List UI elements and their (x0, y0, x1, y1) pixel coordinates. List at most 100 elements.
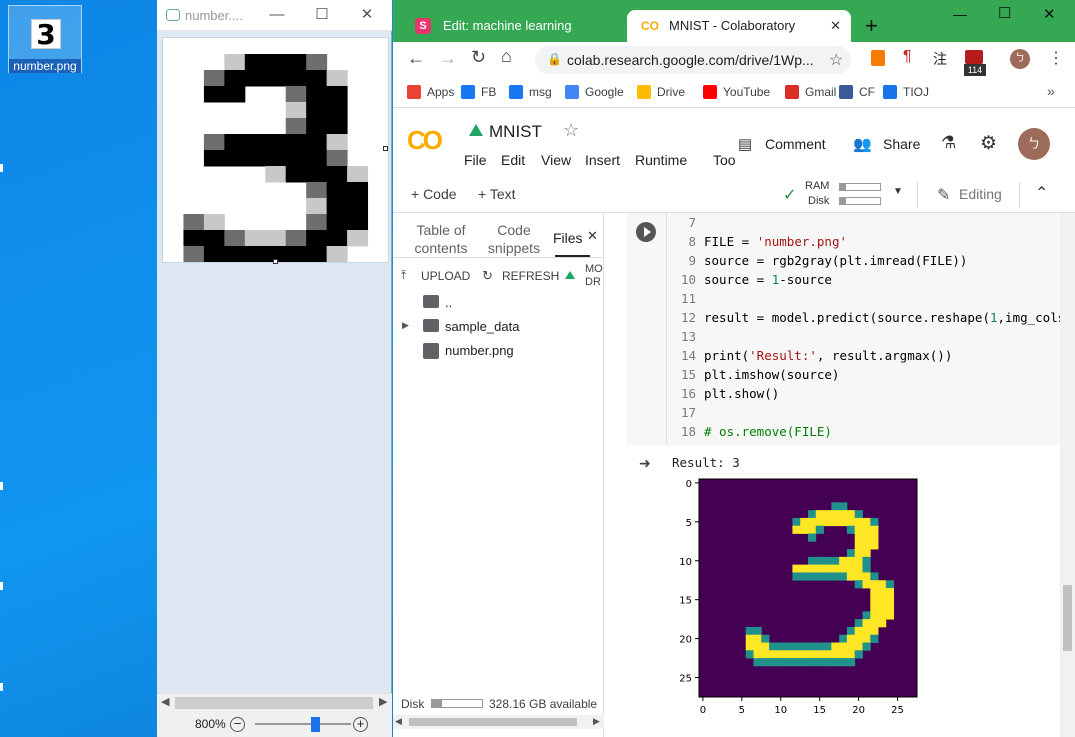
editing-mode-button[interactable]: Editing (959, 186, 1002, 202)
heatmap-cell (745, 650, 754, 659)
address-bar[interactable]: 🔒 colab.research.google.com/drive/1Wp...… (535, 46, 851, 74)
zoom-slider-track[interactable] (255, 723, 351, 725)
tab-files[interactable]: Files (553, 230, 583, 246)
digit-pixel (244, 134, 266, 151)
close-icon[interactable]: ✕ (357, 5, 377, 25)
bookmark-fb[interactable]: FB (461, 85, 496, 99)
digit-pixel (244, 54, 266, 71)
close-panel-icon[interactable]: ✕ (587, 228, 598, 244)
heatmap-cell (784, 650, 793, 659)
desktop-file-icon[interactable]: 3 number.png (8, 5, 82, 73)
heatmap-cell (862, 634, 871, 643)
heatmap-cell (823, 510, 832, 519)
resize-handle[interactable] (383, 146, 388, 151)
share-button[interactable]: Share (883, 136, 920, 152)
google-favicon-icon (565, 85, 579, 99)
resources-dropdown-icon[interactable]: ▼ (893, 186, 903, 197)
bookmark-tioj[interactable]: TIOJ (883, 85, 929, 99)
back-icon[interactable]: ← (407, 48, 425, 69)
minimize-icon[interactable]: — (953, 6, 967, 22)
bookmark-msg[interactable]: msg (509, 85, 552, 99)
bookmark-apps[interactable]: Apps (407, 85, 454, 99)
experiment-flask-icon[interactable]: ⚗ (941, 133, 956, 153)
zoom-out-icon[interactable]: − (230, 717, 245, 732)
close-tab-icon[interactable]: ✕ (830, 10, 841, 42)
reload-icon[interactable]: ↻ (471, 47, 486, 68)
heatmap-cell (839, 517, 848, 527)
share-people-icon[interactable]: 👥 (853, 135, 872, 153)
scrollbar-thumb[interactable] (1063, 585, 1072, 651)
file-row[interactable]: number.png (393, 341, 604, 363)
maximize-icon[interactable]: ☐ (998, 4, 1011, 22)
minimize-icon[interactable]: — (267, 5, 287, 25)
extension-icon[interactable] (871, 50, 885, 66)
code-cell[interactable]: 7 8 FILE = 'number.png' 9 source = rgb2gray(… (626, 213, 1065, 445)
heatmap-cell (854, 541, 863, 550)
close-window-icon[interactable]: ✕ (1043, 5, 1056, 23)
line-number: 17 (680, 405, 696, 420)
viewer-titlebar[interactable]: number.... — ☐ ✕ (157, 0, 392, 31)
comment-button[interactable]: Comment (765, 136, 826, 152)
home-icon[interactable]: ⌂ (501, 46, 512, 67)
new-tab-button[interactable]: + (865, 13, 878, 39)
code-token: 1 (989, 310, 998, 325)
scroll-right-icon[interactable]: ▶ (379, 695, 387, 708)
tab-table-of-contents[interactable]: Table of contents (401, 221, 481, 257)
star-icon[interactable]: ☆ (563, 120, 579, 141)
resize-handle[interactable] (273, 259, 278, 264)
account-avatar[interactable]: ㄅ (1018, 128, 1050, 160)
add-code-button[interactable]: + Code (411, 186, 457, 202)
browser-menu-icon[interactable]: ⋮ (1048, 48, 1064, 68)
colab-logo-icon[interactable]: CO (407, 125, 443, 155)
heatmap-cell (753, 642, 762, 651)
scroll-left-icon[interactable]: ◀ (161, 695, 169, 708)
add-text-button[interactable]: + Text (478, 186, 516, 202)
paragraph-extension-icon[interactable]: ¶ (903, 48, 912, 66)
mount-drive-button[interactable]: MO DR (585, 263, 603, 289)
tab-code-snippets[interactable]: Code snippets (481, 221, 547, 257)
bookmark-star-icon[interactable]: ☆ (829, 50, 843, 70)
run-cell-icon[interactable] (636, 222, 656, 242)
menu-too[interactable]: Too (713, 152, 736, 168)
collapse-header-icon[interactable]: ⌃ (1035, 183, 1048, 203)
settings-gear-icon[interactable]: ⚙ (980, 132, 997, 155)
menu-file[interactable]: File (464, 152, 487, 168)
annotation-extension-icon[interactable]: 注 (933, 49, 947, 69)
calendar-extension-icon[interactable] (965, 50, 983, 64)
forward-icon[interactable]: → (439, 48, 457, 69)
profile-avatar[interactable]: ㄅ (1010, 49, 1030, 69)
bookmark-gmail[interactable]: Gmail (785, 85, 836, 99)
menu-runtime[interactable]: Runtime (635, 152, 687, 168)
file-row[interactable]: .. (393, 293, 604, 315)
heatmap-cell (870, 611, 879, 620)
bookmark-cf[interactable]: CF (839, 85, 875, 99)
viewer-horizontal-scrollbar[interactable]: ◀ ▶ (157, 693, 392, 711)
zoom-in-icon[interactable]: + (353, 717, 368, 732)
zoom-slider-thumb[interactable] (310, 717, 320, 732)
notebook-title[interactable]: MNIST (489, 122, 542, 142)
scroll-left-icon[interactable]: ◀ (395, 716, 402, 727)
more-bookmarks-icon[interactable]: » (1047, 83, 1055, 99)
scroll-right-icon[interactable]: ▶ (593, 716, 600, 727)
tab-edit-machine-learning[interactable]: S Edit: machine learning (401, 10, 627, 42)
bookmark-google[interactable]: Google (565, 85, 624, 99)
maximize-icon[interactable]: ☐ (312, 5, 332, 25)
output-icon[interactable]: ➜ (639, 455, 651, 472)
comment-icon[interactable]: ▤ (738, 135, 752, 153)
heatmap-cell (846, 634, 856, 643)
panel-horizontal-scrollbar[interactable]: ◀ ▶ (393, 715, 604, 729)
scrollbar-thumb[interactable] (409, 718, 577, 726)
menu-view[interactable]: View (541, 152, 571, 168)
expand-folder-icon[interactable]: ▶ (402, 320, 409, 331)
scrollbar-thumb[interactable] (175, 697, 373, 709)
msg-favicon-icon (509, 85, 523, 99)
upload-button[interactable]: UPLOAD (421, 269, 470, 283)
refresh-button[interactable]: REFRESH (502, 269, 559, 283)
file-row[interactable]: ▶ sample_data (393, 317, 604, 339)
menu-edit[interactable]: Edit (501, 152, 525, 168)
bookmark-drive[interactable]: Drive (637, 85, 685, 99)
bookmark-youtube[interactable]: YouTube (703, 85, 770, 99)
tab-mnist-colaboratory[interactable]: CO MNIST - Colaboratory ✕ (627, 10, 851, 42)
menu-insert[interactable]: Insert (585, 152, 620, 168)
notebook-vertical-scrollbar[interactable] (1060, 213, 1075, 737)
